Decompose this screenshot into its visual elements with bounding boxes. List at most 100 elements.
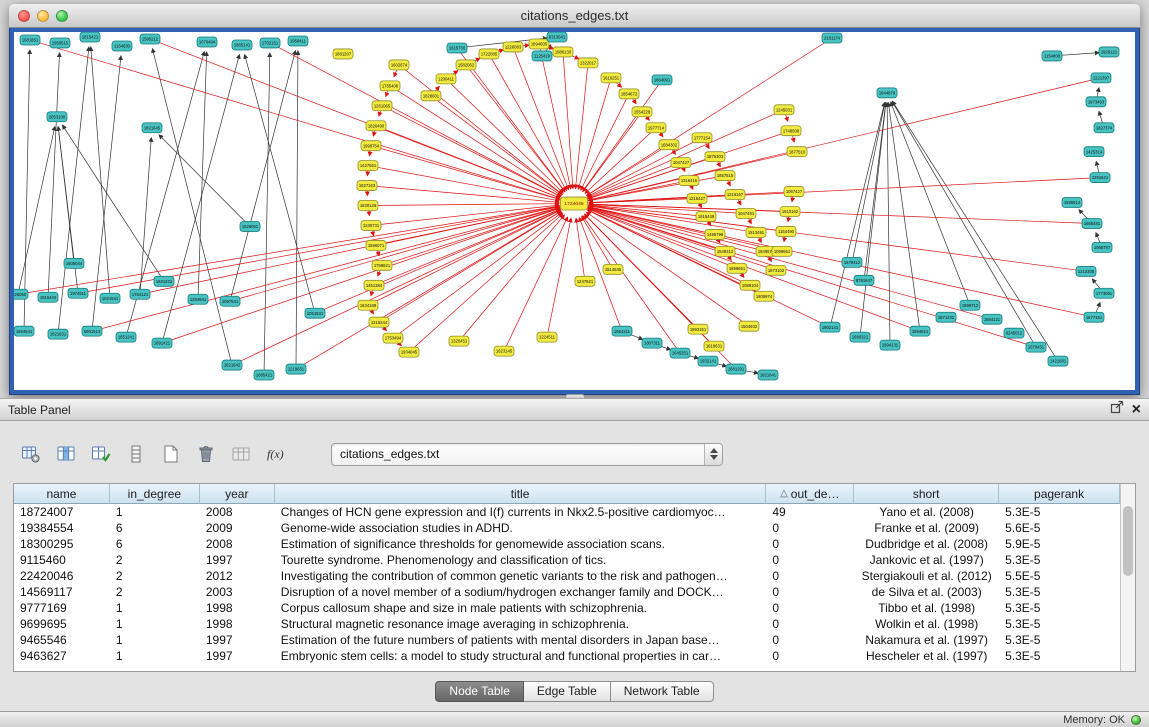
network-node[interactable]: 1623145 <box>494 346 514 356</box>
network-node[interactable]: 1200411 <box>436 74 456 84</box>
network-node[interactable]: 1067427 <box>784 187 804 197</box>
network-node[interactable]: 1099651 <box>772 246 792 256</box>
network-node[interactable]: 1634189 <box>358 300 378 310</box>
network-node[interactable]: 1854672 <box>619 89 639 99</box>
network-node[interactable]: 1047491 <box>736 209 756 219</box>
network-node[interactable]: 1894605 <box>529 39 549 49</box>
network-node[interactable]: 1977714 <box>646 123 666 133</box>
network-node[interactable]: 1154808 <box>1042 51 1062 61</box>
network-node[interactable]: 1582062 <box>456 60 476 70</box>
column-header-short[interactable]: short <box>854 484 999 504</box>
network-node[interactable]: 1828601 <box>421 91 441 101</box>
network-node[interactable]: 1154630 <box>112 41 132 51</box>
network-node[interactable]: 1322017 <box>578 58 598 68</box>
network-node[interactable]: 1956515 <box>50 38 70 48</box>
network-node[interactable]: 1821631 <box>48 329 68 339</box>
network-node[interactable]: 1865141 <box>232 40 252 50</box>
network-node[interactable]: 1664091 <box>652 75 672 85</box>
network-node[interactable]: 1051531 <box>305 308 325 318</box>
network-node[interactable]: 1495798 <box>705 229 725 239</box>
new-column-icon[interactable] <box>88 441 114 467</box>
network-node[interactable]: 1826490 <box>366 121 386 131</box>
network-node[interactable]: 1619631 <box>704 341 724 351</box>
new-table-icon[interactable] <box>158 441 184 467</box>
network-node[interactable]: 1595812 <box>1062 198 1082 208</box>
network-canvas[interactable]: 1724046188120716026741785408126106518264… <box>14 32 1135 390</box>
network-node[interactable]: 1999754 <box>361 141 381 151</box>
network-node[interactable]: 1777154 <box>692 133 712 143</box>
network-node[interactable]: 1021541 <box>100 293 120 303</box>
network-node[interactable]: 1216427 <box>687 194 707 204</box>
network-node[interactable]: 1753494 <box>383 333 403 343</box>
network-node[interactable]: 1722085 <box>479 49 499 59</box>
network-node[interactable]: 1245031 <box>774 105 794 115</box>
network-node[interactable]: 1627163 <box>357 181 377 191</box>
scrollbar-thumb[interactable] <box>1123 506 1133 576</box>
network-node[interactable]: 1514545 <box>603 264 623 274</box>
network-node[interactable]: 1830126 <box>358 201 378 211</box>
tab-edge-table[interactable]: Edge Table <box>524 681 611 702</box>
network-node[interactable]: 1805974 <box>754 291 774 301</box>
network-node[interactable]: 1944879 <box>877 88 897 98</box>
float-panel-icon[interactable] <box>1110 400 1124 419</box>
network-node[interactable]: 1210308 <box>1076 266 1096 276</box>
zoom-window-button[interactable] <box>56 10 68 22</box>
network-node[interactable]: 1513491 <box>746 227 766 237</box>
window-titlebar[interactable]: citations_edges.txt <box>9 4 1140 28</box>
row-height-icon[interactable] <box>123 441 149 467</box>
network-node[interactable]: 1427551 <box>358 161 378 171</box>
network-node[interactable]: 1610162 <box>780 207 800 217</box>
table-vertical-scrollbar[interactable] <box>1120 484 1135 671</box>
network-node[interactable]: 1679312 <box>842 257 862 267</box>
table-row[interactable]: 1938455462009Genome-wide association stu… <box>14 520 1120 536</box>
table-row[interactable]: 946554611997Estimation of the future num… <box>14 632 1120 648</box>
network-node[interactable]: 1261065 <box>372 101 392 111</box>
column-header-year[interactable]: year <box>200 484 275 504</box>
network-node[interactable]: 1320451 <box>449 336 469 346</box>
network-node[interactable]: 1986130 <box>553 47 573 57</box>
network-node[interactable]: 1915449 <box>696 211 716 221</box>
network-node[interactable]: 1651241 <box>116 332 136 342</box>
network-node[interactable]: 8313041 <box>547 32 567 42</box>
network-node[interactable]: 1785408 <box>380 81 400 91</box>
network-node[interactable]: 1616251 <box>601 73 621 83</box>
network-node[interactable]: 1097541 <box>220 296 240 306</box>
network-node[interactable]: 1421681 <box>1048 356 1068 366</box>
network-node[interactable]: 1154490 <box>776 226 796 236</box>
function-builder-icon[interactable]: f(x) <box>263 441 289 467</box>
network-node[interactable]: 1821641 <box>758 370 778 380</box>
column-visibility-icon[interactable] <box>53 441 79 467</box>
network-node[interactable]: 1893151 <box>688 324 708 334</box>
delete-table-icon[interactable] <box>193 441 219 467</box>
network-node[interactable]: 1219651 <box>286 364 306 374</box>
network-node[interactable]: 1934045 <box>399 347 419 357</box>
network-node[interactable]: 1758621 <box>372 260 392 270</box>
column-header-pagerank[interactable]: pagerank <box>999 484 1120 504</box>
network-node[interactable]: 1702151 <box>260 38 280 48</box>
table-select-combo[interactable]: citations_edges.txt <box>331 443 723 466</box>
network-node[interactable]: 1291621 <box>1090 173 1110 183</box>
network-node[interactable]: 1615730 <box>447 43 467 53</box>
network-node[interactable]: 1684302 <box>659 140 679 150</box>
table-row[interactable]: 1456911722003Disruption of a novel membe… <box>14 584 1120 600</box>
column-header-out_de[interactable]: △out_de… <box>766 484 854 504</box>
network-node[interactable]: 1689321 <box>850 332 870 342</box>
close-panel-icon[interactable]: × <box>1132 403 1141 417</box>
network-node[interactable]: 1247621 <box>575 276 595 286</box>
network-node[interactable]: 1877510 <box>787 147 807 157</box>
table-row[interactable]: 2242004622012Investigating the contribut… <box>14 568 1120 584</box>
import-table-icon[interactable] <box>228 441 254 467</box>
close-window-button[interactable] <box>18 10 30 22</box>
column-header-name[interactable]: name <box>14 484 110 504</box>
network-node[interactable]: 1089104 <box>740 280 760 290</box>
network-node[interactable]: 1881207 <box>333 49 353 59</box>
network-node[interactable]: 1974511 <box>68 288 88 298</box>
table-row[interactable]: 1830029562008Estimation of significance … <box>14 536 1120 552</box>
network-node[interactable]: 1596071 <box>366 240 386 250</box>
network-node[interactable]: 1857515 <box>715 171 735 181</box>
network-node[interactable]: 2181174 <box>822 33 842 43</box>
network-node[interactable]: 1754121 <box>130 289 150 299</box>
column-header-in_degree[interactable]: in_degree <box>110 484 200 504</box>
network-node[interactable]: 1821645 <box>142 123 162 133</box>
network-node[interactable]: 1677151 <box>1084 312 1104 322</box>
